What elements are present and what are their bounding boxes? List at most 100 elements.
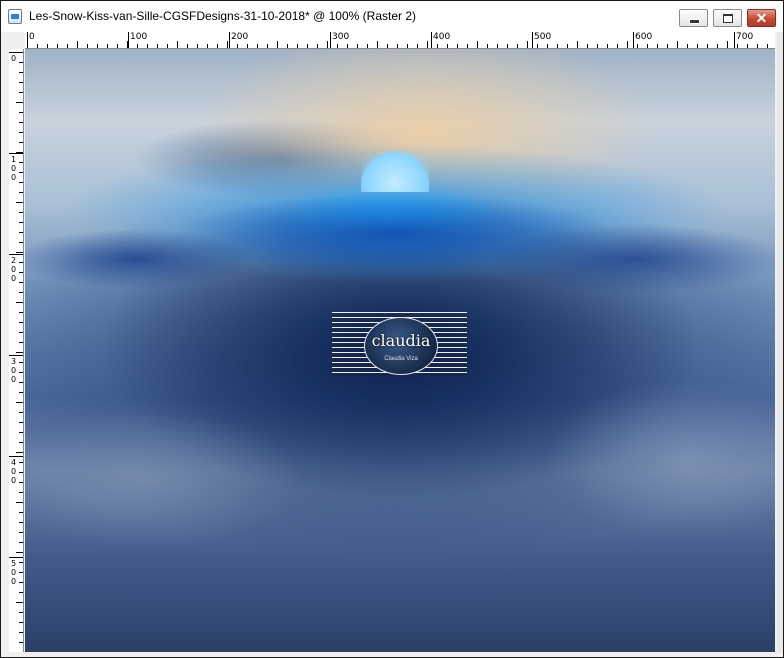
ruler-label: 5 0 0 — [10, 559, 17, 586]
ruler-major-tick — [27, 32, 28, 48]
ruler-tick — [397, 44, 398, 48]
ruler-tick — [597, 44, 598, 48]
ruler-tick — [177, 41, 178, 48]
ruler-tick — [19, 232, 23, 233]
ruler-tick — [16, 202, 23, 203]
ruler-tick — [157, 44, 158, 48]
ruler-tick — [247, 44, 248, 48]
ruler-tick — [757, 44, 758, 48]
ruler-label: 4 0 0 — [10, 458, 17, 485]
ruler-tick — [19, 622, 23, 623]
ruler-tick — [19, 62, 23, 63]
maximize-button[interactable] — [713, 9, 742, 27]
ruler-tick — [257, 44, 258, 48]
watermark-text: claudia — [371, 331, 431, 350]
ruler-tick — [687, 44, 688, 48]
window-title: Les-Snow-Kiss-van-Sille-CGSFDesigns-31-1… — [29, 9, 416, 23]
ruler-tick — [187, 44, 188, 48]
ruler-tick — [19, 392, 23, 393]
ruler-tick — [19, 172, 23, 173]
ruler-major-tick — [9, 456, 23, 457]
ruler-tick — [19, 492, 23, 493]
watermark-subtext: Claudia Viza — [384, 356, 418, 362]
ruler-tick — [497, 44, 498, 48]
ruler-label: 2 0 0 — [10, 256, 17, 283]
ruler-tick — [19, 142, 23, 143]
ruler-tick — [737, 44, 738, 48]
ruler-tick — [167, 44, 168, 48]
ruler-major-tick — [532, 32, 533, 48]
ruler-tick — [357, 44, 358, 48]
ruler-tick — [147, 44, 148, 48]
ruler-corner — [9, 32, 25, 49]
mist-left — [25, 409, 305, 549]
ruler-tick — [527, 41, 528, 48]
ruler-tick — [19, 92, 23, 93]
ruler-tick — [577, 41, 578, 48]
ruler-major-tick — [128, 32, 129, 48]
ruler-major-tick — [330, 32, 331, 48]
vertical-ruler[interactable]: 0 1 0 0 2 0 0 3 0 0 4 0 0 5 0 0 — [9, 49, 24, 652]
ruler-tick — [347, 44, 348, 48]
ruler-tick — [19, 192, 23, 193]
ruler-tick — [87, 44, 88, 48]
ruler-major-tick — [9, 153, 23, 154]
ruler-major-tick — [9, 355, 23, 356]
app-document-icon[interactable] — [8, 9, 22, 24]
ruler-tick — [107, 44, 108, 48]
ruler-tick — [647, 44, 648, 48]
ruler-tick — [16, 252, 23, 253]
ruler-tick — [16, 302, 23, 303]
ruler-label: 1 0 0 — [10, 155, 17, 182]
ruler-tick — [19, 122, 23, 123]
ruler-major-tick — [9, 557, 23, 558]
minimize-button[interactable] — [679, 9, 708, 27]
ruler-tick — [37, 44, 38, 48]
ruler-tick — [607, 44, 608, 48]
ruler-label: 700 — [736, 32, 754, 42]
ruler-tick — [587, 44, 588, 48]
ruler-tick — [19, 292, 23, 293]
ruler-tick — [627, 41, 628, 48]
ruler-tick — [507, 44, 508, 48]
ruler-tick — [16, 102, 23, 103]
ruler-tick — [19, 132, 23, 133]
ruler-tick — [16, 402, 23, 403]
ruler-tick — [19, 332, 23, 333]
minimize-icon — [689, 19, 700, 24]
ruler-major-tick — [633, 32, 634, 48]
ruler-major-tick — [9, 52, 23, 53]
ruler-tick — [467, 44, 468, 48]
ruler-tick — [47, 44, 48, 48]
ruler-tick — [19, 162, 23, 163]
horizontal-ruler[interactable]: 0 100 200 300 400 500 600 700 — [25, 32, 775, 49]
ruler-tick — [19, 482, 23, 483]
ruler-tick — [77, 41, 78, 48]
ruler-tick — [537, 44, 538, 48]
ruler-tick — [287, 44, 288, 48]
ruler-tick — [19, 82, 23, 83]
title-bar[interactable]: Les-Snow-Kiss-van-Sille-CGSFDesigns-31-1… — [1, 1, 783, 32]
image-canvas[interactable]: claudia Claudia Viza — [25, 49, 775, 652]
ruler-tick — [667, 44, 668, 48]
ruler-tick — [19, 592, 23, 593]
ruler-tick — [19, 372, 23, 373]
ruler-tick — [19, 262, 23, 263]
ruler-tick — [547, 44, 548, 48]
ruler-label: 100 — [130, 32, 148, 42]
ruler-tick — [697, 44, 698, 48]
ruler-tick — [57, 44, 58, 48]
ruler-tick — [277, 41, 278, 48]
ruler-tick — [427, 41, 428, 48]
ruler-tick — [19, 242, 23, 243]
ruler-tick — [19, 522, 23, 523]
ruler-tick — [327, 41, 328, 48]
image-window: Les-Snow-Kiss-van-Sille-CGSFDesigns-31-1… — [0, 0, 784, 658]
ruler-tick — [19, 632, 23, 633]
ruler-tick — [19, 642, 23, 643]
ruler-tick — [377, 41, 378, 48]
ruler-tick — [197, 44, 198, 48]
ruler-tick — [19, 312, 23, 313]
ruler-tick — [19, 112, 23, 113]
close-button[interactable]: ✕ — [747, 9, 776, 27]
